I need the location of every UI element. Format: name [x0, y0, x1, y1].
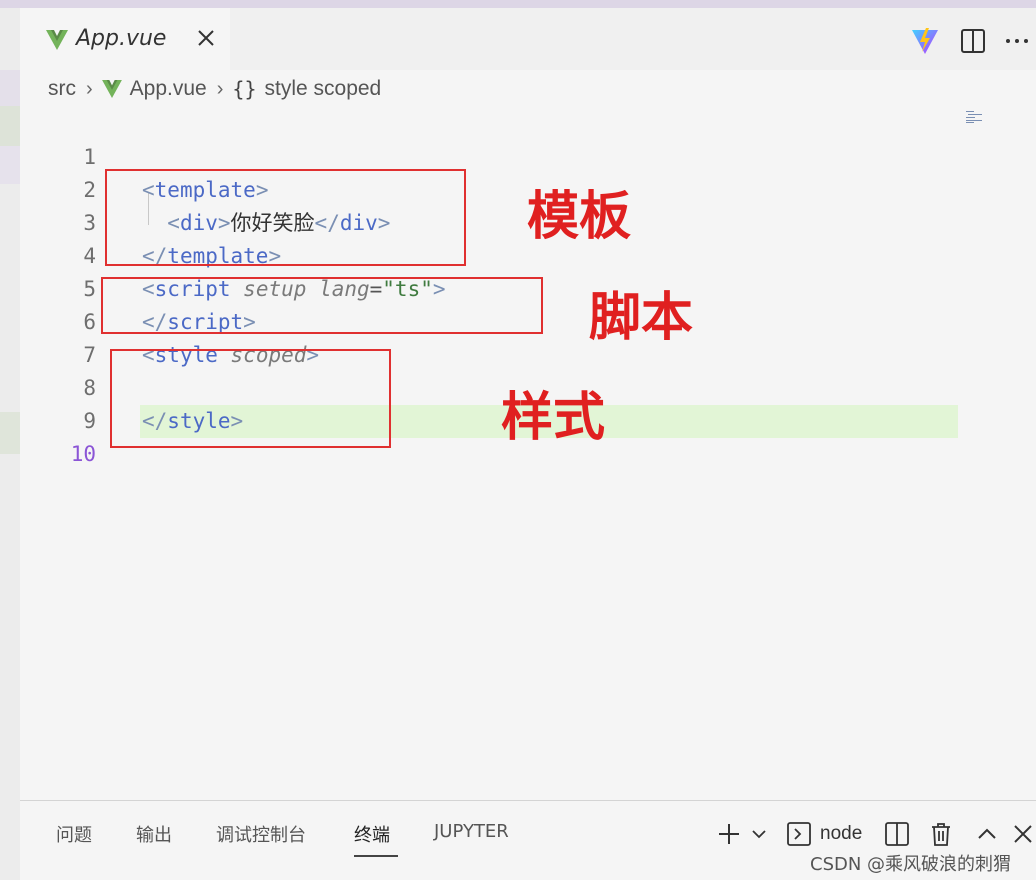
tab-output[interactable]: 输出 — [136, 821, 172, 847]
gutter-marker — [0, 70, 20, 110]
script-annotation-box — [101, 277, 543, 334]
tab-app-vue[interactable]: App.vue — [20, 8, 230, 70]
line-number: 10 — [70, 442, 96, 466]
gutter-marker — [0, 106, 20, 148]
template-annotation-box — [105, 169, 466, 266]
activity-gutter — [0, 8, 20, 880]
style-annotation-box — [110, 349, 391, 448]
window-top-strip — [0, 0, 1036, 8]
split-editor-icon[interactable] — [958, 26, 988, 56]
vue-file-icon — [46, 30, 68, 50]
terminal-name[interactable]: node — [820, 823, 862, 845]
chevron-up-icon[interactable] — [974, 821, 1000, 847]
split-terminal-icon[interactable] — [884, 821, 910, 847]
symbol-icon: {} — [232, 77, 257, 101]
close-icon[interactable] — [194, 26, 218, 50]
chevron-right-icon: › — [86, 77, 93, 100]
active-tab-indicator — [354, 855, 398, 857]
more-actions-icon[interactable] — [1002, 26, 1032, 56]
watermark: CSDN @乘风破浪的刺猬 — [810, 854, 1012, 875]
breadcrumb: src › App.vue › {} style scoped — [48, 74, 381, 104]
vue-file-icon — [101, 80, 122, 98]
tab-label: App.vue — [76, 26, 167, 51]
close-icon[interactable] — [1010, 821, 1036, 847]
code-line[interactable]: 1 — [20, 108, 960, 169]
vite-icon[interactable] — [910, 26, 940, 56]
breadcrumb-symbol[interactable]: style scoped — [265, 77, 382, 101]
tab-debug-console[interactable]: 调试控制台 — [216, 821, 306, 847]
terminal-icon[interactable] — [786, 821, 812, 847]
tab-jupyter[interactable]: JUPYTER — [434, 821, 509, 842]
breadcrumb-folder[interactable]: src — [48, 77, 76, 101]
tab-problems[interactable]: 问题 — [56, 821, 92, 847]
tab-terminal[interactable]: 终端 — [354, 821, 390, 847]
annotation-style: 样式 — [501, 388, 606, 448]
annotation-script: 脚本 — [589, 288, 694, 348]
editor-tab-bar: App.vue — [20, 8, 1036, 70]
gutter-marker — [0, 412, 20, 454]
gutter-marker — [0, 146, 20, 184]
plus-icon[interactable] — [716, 821, 742, 847]
chevron-right-icon: › — [216, 77, 224, 100]
chevron-down-icon[interactable] — [750, 821, 768, 847]
trash-icon[interactable] — [928, 821, 954, 847]
breadcrumb-file[interactable]: App.vue — [130, 77, 207, 101]
annotation-template: 模板 — [527, 187, 632, 247]
minimap[interactable] — [966, 110, 986, 124]
